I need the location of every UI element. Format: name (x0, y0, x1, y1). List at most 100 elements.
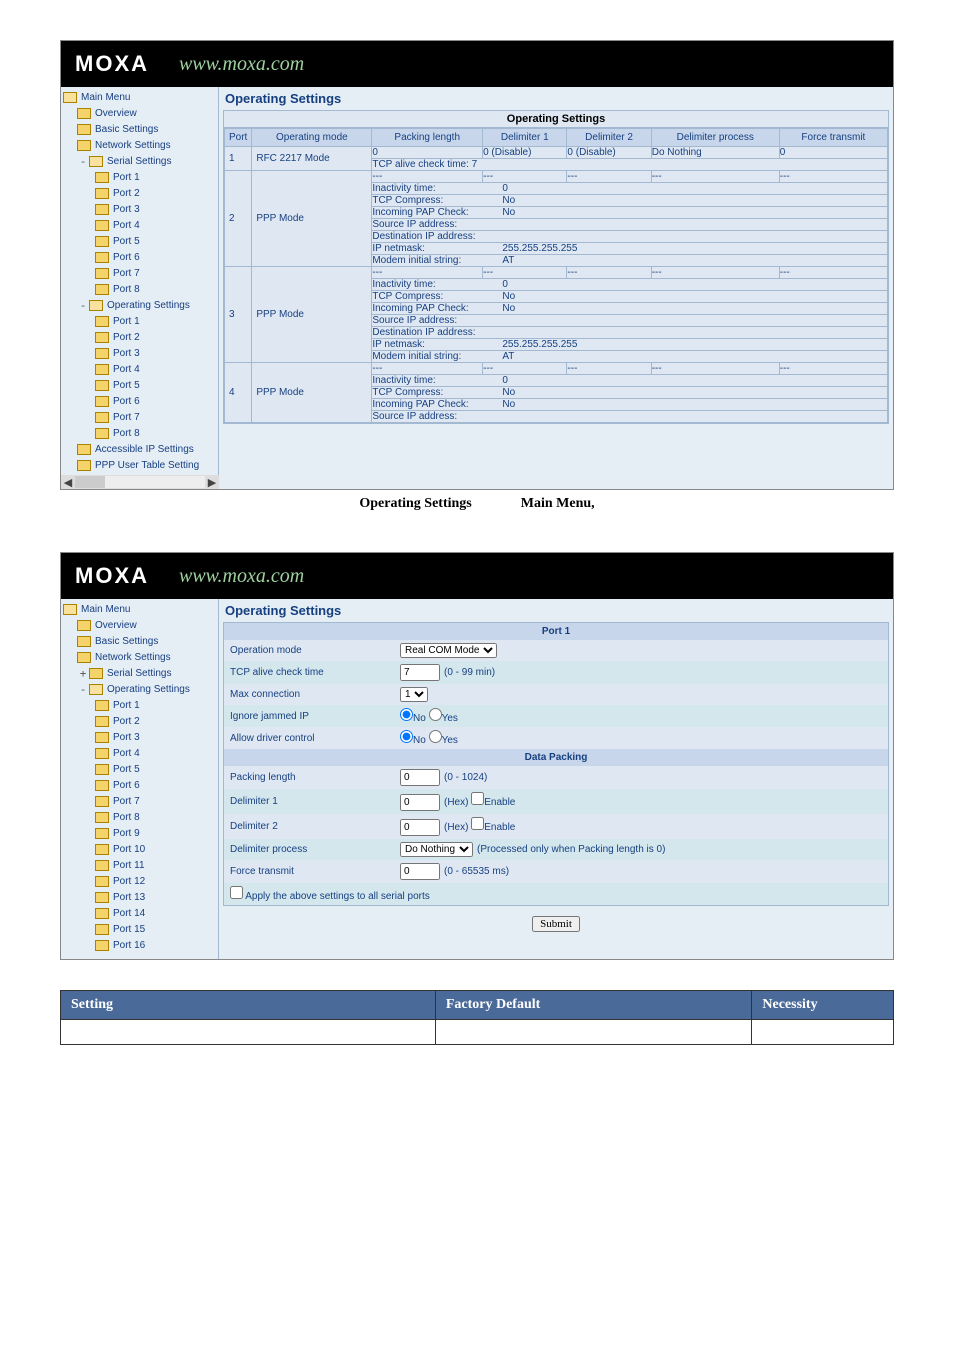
nav-item[interactable]: Port 3 (61, 729, 218, 745)
nav-item[interactable]: Basic Settings (61, 121, 218, 137)
nav-item[interactable]: Main Menu (61, 601, 218, 617)
nav-item[interactable]: Basic Settings (61, 633, 218, 649)
page-title: Operating Settings (223, 89, 889, 110)
data-packing-title: Data Packing (224, 749, 888, 766)
folder-icon (95, 268, 109, 279)
nav-item[interactable]: +Serial Settings (61, 665, 218, 681)
folder-icon (89, 668, 103, 679)
nav-item[interactable]: Port 8 (61, 425, 218, 441)
folder-icon (89, 684, 103, 695)
allow-driver-yes-radio[interactable] (429, 730, 442, 743)
table-row[interactable]: 1RFC 2217 Mode00 (Disable)0 (Disable)Do … (225, 147, 888, 159)
nav-item[interactable]: Main Menu (61, 89, 218, 105)
nav-item[interactable]: Port 1 (61, 697, 218, 713)
nav-item[interactable]: Overview (61, 105, 218, 121)
nav-item[interactable]: -Serial Settings (61, 153, 218, 169)
nav-item[interactable]: Port 16 (61, 937, 218, 953)
nav-item[interactable]: Port 13 (61, 889, 218, 905)
folder-icon (77, 652, 91, 663)
table-row[interactable]: 2PPP Mode--------------- (225, 171, 888, 183)
force-transmit-input[interactable] (400, 863, 440, 880)
nav-item[interactable]: Port 1 (61, 313, 218, 329)
folder-icon (95, 204, 109, 215)
nav-item[interactable]: Accessible IP Settings (61, 441, 218, 457)
nav-item[interactable]: Port 6 (61, 249, 218, 265)
tree-toggle-icon[interactable]: - (77, 683, 89, 696)
apply-all-checkbox[interactable] (230, 886, 243, 899)
nav-item[interactable]: Port 6 (61, 393, 218, 409)
nav-item[interactable]: Overview (61, 617, 218, 633)
nav-item[interactable]: Port 4 (61, 361, 218, 377)
nav-item[interactable]: Port 2 (61, 713, 218, 729)
nav-item[interactable]: Port 15 (61, 921, 218, 937)
nav-item[interactable]: Port 5 (61, 377, 218, 393)
allow-driver-no-radio[interactable] (400, 730, 413, 743)
folder-icon (95, 700, 109, 711)
delimiter1-enable-checkbox[interactable] (471, 792, 484, 805)
ignore-jammed-yes-radio[interactable] (429, 708, 442, 721)
max-conn-select[interactable]: 1 (400, 687, 428, 702)
nav-item[interactable]: Port 5 (61, 761, 218, 777)
delimiter1-label: Delimiter 1 (224, 789, 394, 814)
folder-icon (95, 252, 109, 263)
nav-item[interactable]: Port 8 (61, 281, 218, 297)
scroll-left-icon[interactable]: ◀ (61, 476, 75, 489)
nav-item[interactable]: Port 5 (61, 233, 218, 249)
nav-item[interactable]: Network Settings (61, 649, 218, 665)
delimiter2-enable-checkbox[interactable] (471, 817, 484, 830)
table-row[interactable]: 4PPP Mode--------------- (225, 363, 888, 375)
folder-icon (95, 172, 109, 183)
nav-item[interactable]: Port 1 (61, 169, 218, 185)
nav-item[interactable]: Port 4 (61, 745, 218, 761)
col-setting: Setting (61, 991, 436, 1020)
nav-item[interactable]: Port 2 (61, 185, 218, 201)
nav-item[interactable]: -Operating Settings (61, 681, 218, 697)
folder-icon (95, 364, 109, 375)
screenshot-operating-settings-port1: MOXA www.moxa.com Main MenuOverviewBasic… (60, 552, 894, 960)
scroll-right-icon[interactable]: ▶ (205, 476, 219, 489)
force-transmit-label: Force transmit (224, 860, 394, 883)
figure-caption: Operating Settings Main Menu, (60, 496, 894, 512)
folder-icon (77, 140, 91, 151)
tree-toggle-icon[interactable]: - (77, 299, 89, 312)
banner: MOXA www.moxa.com (61, 41, 893, 87)
nav-item[interactable]: Port 7 (61, 265, 218, 281)
nav-item[interactable]: Port 3 (61, 345, 218, 361)
delimiter-process-select[interactable]: Do Nothing (400, 842, 473, 857)
folder-icon (95, 860, 109, 871)
delimiter2-input[interactable] (400, 819, 440, 836)
nav-item[interactable]: Port 7 (61, 409, 218, 425)
col-necessity: Necessity (752, 991, 894, 1020)
nav-item[interactable]: Port 7 (61, 793, 218, 809)
folder-icon (95, 348, 109, 359)
folder-icon (95, 876, 109, 887)
nav-item[interactable]: Port 3 (61, 201, 218, 217)
tree-toggle-icon[interactable]: + (77, 667, 89, 680)
table-row[interactable]: 3PPP Mode--------------- (225, 267, 888, 279)
nav-item[interactable]: PPP User Table Setting (61, 457, 218, 473)
nav-item[interactable]: Port 2 (61, 329, 218, 345)
tcp-alive-input[interactable] (400, 664, 440, 681)
operation-mode-select[interactable]: Real COM Mode (400, 643, 497, 658)
tree-toggle-icon[interactable]: - (77, 155, 89, 168)
nav-item[interactable]: Port 4 (61, 217, 218, 233)
nav-item[interactable]: Port 8 (61, 809, 218, 825)
folder-icon (95, 748, 109, 759)
column-header: Force transmit (779, 129, 887, 147)
page-title: Operating Settings (223, 601, 889, 622)
horizontal-scrollbar[interactable]: ◀ ▶ (61, 475, 219, 489)
nav-item[interactable]: Port 11 (61, 857, 218, 873)
packing-length-input[interactable] (400, 769, 440, 786)
folder-icon (95, 940, 109, 951)
nav-item[interactable]: Port 9 (61, 825, 218, 841)
ignore-jammed-no-radio[interactable] (400, 708, 413, 721)
nav-item[interactable]: Port 14 (61, 905, 218, 921)
nav-item[interactable]: Port 12 (61, 873, 218, 889)
nav-item[interactable]: -Operating Settings (61, 297, 218, 313)
nav-item[interactable]: Port 6 (61, 777, 218, 793)
nav-item[interactable]: Network Settings (61, 137, 218, 153)
delimiter1-input[interactable] (400, 794, 440, 811)
port-title: Port 1 (224, 623, 888, 640)
submit-button[interactable] (532, 916, 580, 932)
nav-item[interactable]: Port 10 (61, 841, 218, 857)
